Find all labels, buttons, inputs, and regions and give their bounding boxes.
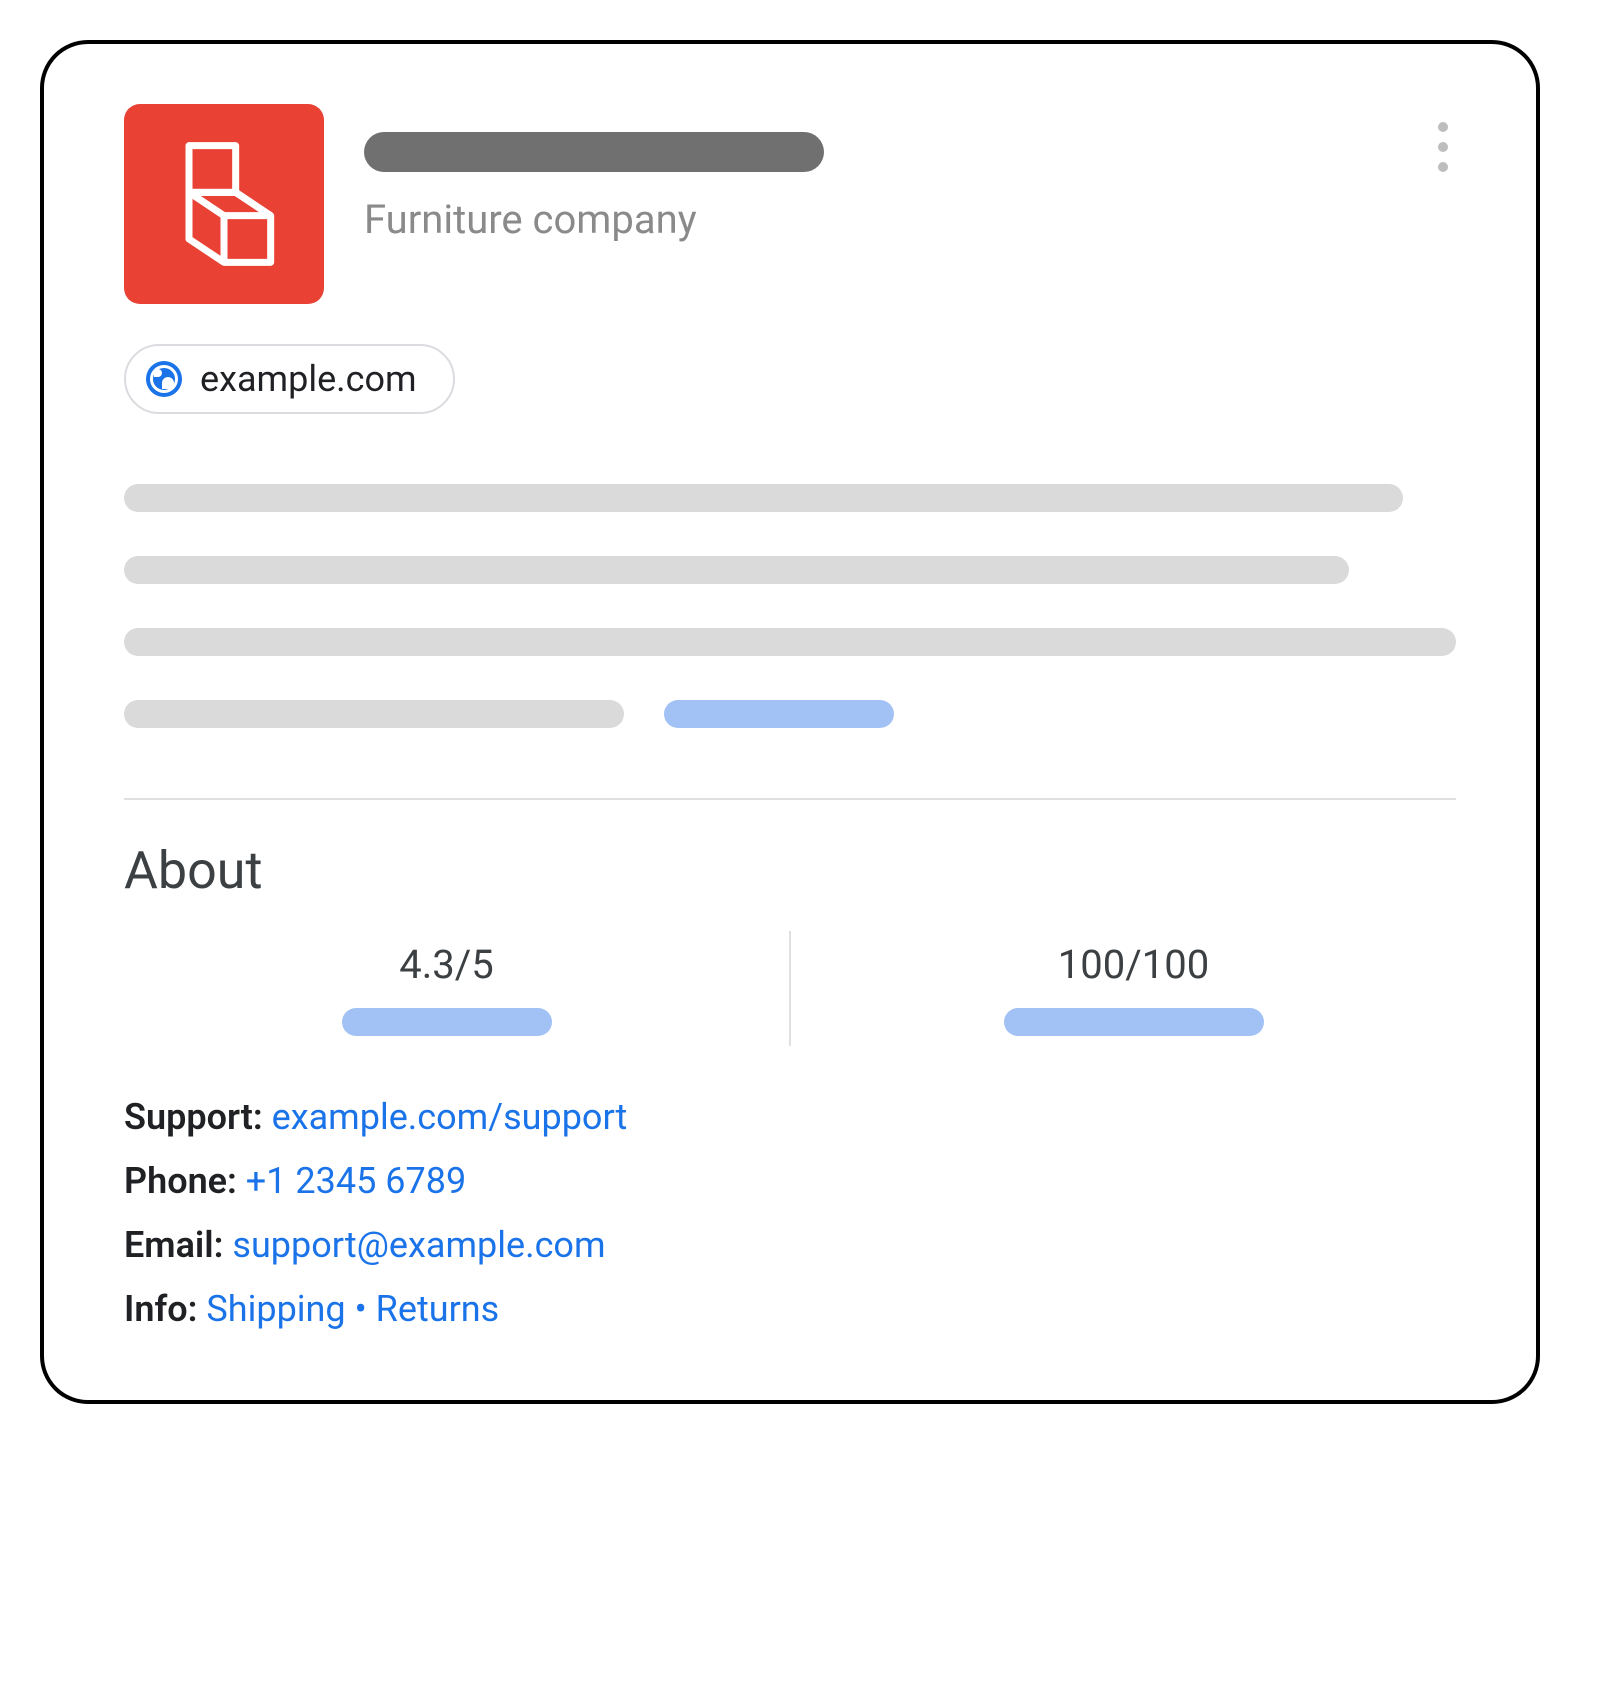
- text-placeholder-row: [124, 700, 1456, 728]
- globe-icon: [146, 361, 182, 397]
- knowledge-panel-card: Furniture company example.com About 4.3/…: [40, 40, 1540, 1404]
- scores-row: 4.3/5 100/100: [124, 931, 1456, 1046]
- text-placeholder-line: [124, 484, 1403, 512]
- section-divider: [124, 798, 1456, 800]
- header: Furniture company: [124, 104, 1456, 304]
- title-block: Furniture company: [364, 104, 824, 243]
- text-placeholder-line: [124, 700, 624, 728]
- phone-link[interactable]: +1 2345 6789: [246, 1160, 466, 1202]
- contact-list: Support: example.com/support Phone: +1 2…: [124, 1096, 1456, 1330]
- phone-row: Phone: +1 2345 6789: [124, 1160, 1456, 1202]
- company-category: Furniture company: [364, 196, 824, 243]
- support-row: Support: example.com/support: [124, 1096, 1456, 1138]
- support-link[interactable]: example.com/support: [272, 1096, 628, 1138]
- info-label: Info:: [124, 1288, 197, 1330]
- text-placeholder-line: [124, 556, 1349, 584]
- chair-icon: [164, 134, 284, 274]
- support-label: Support:: [124, 1096, 263, 1138]
- email-link[interactable]: support@example.com: [232, 1224, 605, 1266]
- returns-link[interactable]: Returns: [376, 1288, 500, 1330]
- about-heading: About: [124, 840, 1456, 901]
- text-placeholder-line: [124, 628, 1456, 656]
- email-label: Email:: [124, 1224, 223, 1266]
- score-cell: 100/100: [811, 931, 1456, 1046]
- rating-label-placeholder: [342, 1008, 552, 1036]
- email-row: Email: support@example.com: [124, 1224, 1456, 1266]
- company-logo: [124, 104, 324, 304]
- more-options-button[interactable]: [1430, 114, 1456, 180]
- website-chip[interactable]: example.com: [124, 344, 455, 414]
- website-chip-text: example.com: [200, 358, 417, 400]
- shipping-link[interactable]: Shipping: [206, 1288, 345, 1330]
- score-value: 100/100: [1058, 941, 1209, 988]
- score-label-placeholder: [1004, 1008, 1264, 1036]
- rating-cell: 4.3/5: [124, 931, 769, 1046]
- description-placeholder: [124, 484, 1456, 728]
- vertical-divider: [789, 931, 791, 1046]
- link-placeholder[interactable]: [664, 700, 894, 728]
- rating-value: 4.3/5: [399, 941, 494, 988]
- phone-label: Phone:: [124, 1160, 237, 1202]
- title-placeholder: [364, 132, 824, 172]
- info-row: Info: Shipping • Returns: [124, 1288, 1456, 1330]
